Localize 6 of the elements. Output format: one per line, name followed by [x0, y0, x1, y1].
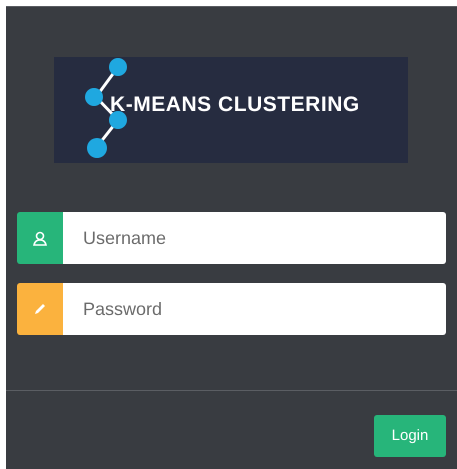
pencil-icon: [34, 303, 46, 315]
logo-title: K-MEANS CLUSTERING: [110, 92, 360, 118]
input-field[interactable]: Username: [63, 212, 446, 264]
login-button[interactable]: Login: [374, 415, 446, 457]
input-field[interactable]: Password: [63, 283, 446, 335]
user-icon: [33, 230, 47, 246]
